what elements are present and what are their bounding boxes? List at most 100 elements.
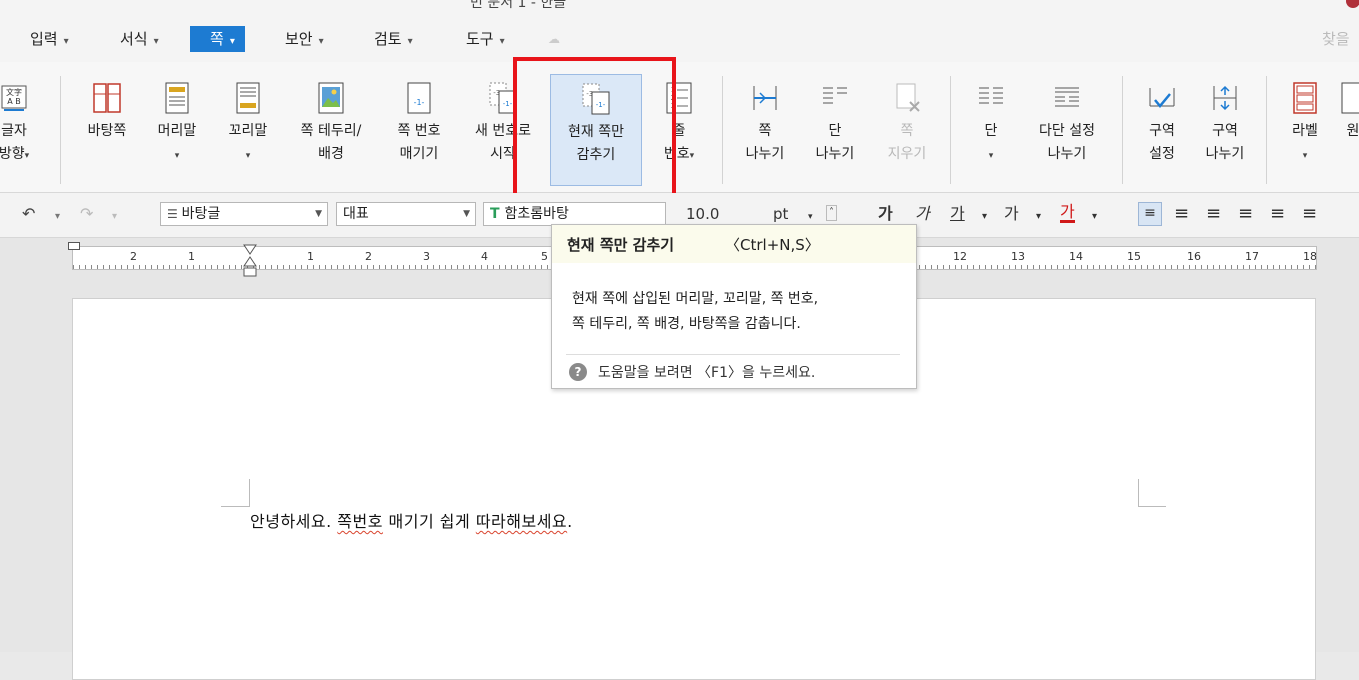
chevron-down-icon: ▼ xyxy=(463,209,470,219)
column-break-label-1: 단 xyxy=(828,123,842,139)
divider xyxy=(566,354,900,355)
ruler-tick: 12 xyxy=(953,250,967,263)
columns-label: 단 xyxy=(984,123,998,139)
tooltip-description: 현재 쪽에 삽입된 머리말, 꼬리말, 쪽 번호, 쪽 테두리, 쪽 배경, 바… xyxy=(572,287,818,337)
menu-review-label: 검토 xyxy=(374,30,402,48)
multi-column-button[interactable]: 다단 설정 나누기 xyxy=(1026,74,1108,186)
style-select[interactable]: ☰ 바탕글 ▼ xyxy=(160,202,328,226)
text-run: 안녕하세요. xyxy=(250,512,338,531)
window-status-icon xyxy=(1346,0,1359,8)
margin-corner-mark xyxy=(1138,506,1166,507)
divider xyxy=(1266,76,1267,184)
tooltip-shortcut: 〈Ctrl+N,S〉 xyxy=(725,236,820,254)
align-distribute-icon[interactable]: ≡ xyxy=(1270,204,1285,224)
page-number-label-2: 매기기 xyxy=(399,146,439,162)
page-border-label-1: 쪽 테두리/ xyxy=(300,123,362,139)
document-text[interactable]: 안녕하세요. 쪽번호 매기기 쉽게 따라해보세요. xyxy=(250,508,573,532)
language-select[interactable]: 대표 ▼ xyxy=(336,202,476,226)
misspelled-word: 쪽번호 xyxy=(337,512,383,531)
chevron-down-icon[interactable]: ▾ xyxy=(55,207,60,227)
misspelled-word: 따라해보세요 xyxy=(475,512,568,531)
help-icon: ? xyxy=(569,363,587,381)
chevron-down-icon[interactable]: ▾ xyxy=(982,207,987,227)
columns-button[interactable]: 단 ▾ xyxy=(962,74,1020,186)
delete-page-button[interactable]: 쪽 지우기 xyxy=(876,74,938,186)
delete-page-icon xyxy=(892,82,922,114)
redo-icon[interactable]: ↷ xyxy=(80,204,93,224)
section-break-button[interactable]: 구역 나누기 xyxy=(1196,74,1254,186)
menu-tools[interactable]: 도구 ▾ xyxy=(460,26,511,52)
section-setup-button[interactable]: 구역 설정 xyxy=(1134,74,1190,186)
chevron-down-icon[interactable]: ▾ xyxy=(1092,207,1097,227)
page-border-background-button[interactable]: 쪽 테두리/ 배경 xyxy=(287,74,375,186)
menu-security[interactable]: 보안 ▾ xyxy=(279,26,330,52)
ruler-tick: 1 xyxy=(188,250,195,263)
align-divide-icon[interactable]: ≡ xyxy=(1302,204,1317,224)
font-size-value[interactable]: 10.0 xyxy=(686,204,719,224)
undo-icon[interactable]: ↶ xyxy=(22,204,35,224)
page-number-button[interactable]: -1- 쪽 번호 매기기 xyxy=(384,74,454,186)
ruler-tick: 5 xyxy=(541,250,548,263)
divider xyxy=(950,76,951,184)
chevron-down-icon[interactable]: ▾ xyxy=(1036,207,1041,227)
menu-input-label: 입력 xyxy=(30,30,58,48)
ruler-tick: 15 xyxy=(1127,250,1141,263)
footer-button[interactable]: 꼬리말 ▾ xyxy=(216,74,280,186)
align-right-icon[interactable]: ≡ xyxy=(1206,204,1221,224)
cloud-icon[interactable]: ☁ xyxy=(548,32,568,46)
section-setup-icon xyxy=(1147,82,1177,114)
unit-value[interactable]: pt xyxy=(773,204,788,224)
menu-format[interactable]: 서식 ▾ xyxy=(114,26,165,52)
style-value: 바탕글 xyxy=(181,206,221,222)
italic-button[interactable]: 가 xyxy=(915,204,930,224)
columns-icon xyxy=(976,82,1006,114)
style-icon: ☰ xyxy=(167,207,182,221)
text-direction-label-2: 방향 xyxy=(0,146,25,162)
text-direction-button[interactable]: 文字 A B 글자 방향▾ xyxy=(0,74,34,186)
find-input[interactable]: 찾을 xyxy=(1322,26,1350,52)
align-left-icon[interactable]: ≡ xyxy=(1174,204,1189,224)
ribbon: 文字 A B 글자 방향▾ 바탕쪽 머리말 ▾ 꼬리말 ▾ 쪽 테두리/ 배경 -… xyxy=(0,62,1359,193)
column-break-button[interactable]: 단 나누기 xyxy=(804,74,866,186)
margin-corner-mark xyxy=(249,479,250,507)
menu-review[interactable]: 검토 ▾ xyxy=(368,26,419,52)
font-color-button[interactable]: 가 xyxy=(1060,204,1075,223)
more-ribbon-label: 원 xyxy=(1346,123,1359,139)
chevron-down-icon: ▾ xyxy=(689,151,695,161)
indent-marker[interactable] xyxy=(243,244,257,278)
master-page-icon xyxy=(92,82,122,114)
ruler-tick: 1 xyxy=(307,250,314,263)
align-justify-icon[interactable]: ≡ xyxy=(1138,202,1162,226)
svg-text:文字: 文字 xyxy=(6,87,22,97)
chevron-up-icon[interactable]: ˄ xyxy=(826,205,837,221)
strikethrough-button[interactable]: 가 xyxy=(1004,204,1019,224)
tooltip-title: 현재 쪽만 감추기 xyxy=(567,236,675,254)
align-center-icon[interactable]: ≡ xyxy=(1238,204,1253,224)
left-margin-marker[interactable] xyxy=(68,242,80,250)
master-page-button[interactable]: 바탕쪽 xyxy=(76,74,138,186)
label-button[interactable]: 라벨 ▾ xyxy=(1280,74,1330,186)
font-type-icon: T xyxy=(490,206,505,222)
divider xyxy=(60,76,61,184)
chevron-down-icon[interactable]: ▾ xyxy=(112,207,117,227)
menu-page[interactable]: 쪽 ▾ xyxy=(190,26,245,52)
more-ribbon-button[interactable]: 원 xyxy=(1338,74,1359,186)
chevron-down-icon: ▼ xyxy=(315,209,322,219)
column-break-icon xyxy=(820,82,850,114)
svg-text:-1-: -1- xyxy=(414,98,425,107)
header-button[interactable]: 머리말 ▾ xyxy=(145,74,209,186)
font-select[interactable]: T 함초롬바탕 xyxy=(483,202,666,226)
column-break-label-2: 나누기 xyxy=(815,146,855,162)
chevron-down-icon: ▾ xyxy=(63,36,69,47)
underline-button[interactable]: 가 xyxy=(950,204,965,224)
ruler-tick: 17 xyxy=(1245,250,1259,263)
page-border-icon xyxy=(316,82,346,114)
chevron-down-icon: ▾ xyxy=(174,151,180,161)
page-break-button[interactable]: 쪽 나누기 xyxy=(734,74,796,186)
section-break-icon xyxy=(1210,82,1240,114)
menu-input[interactable]: 입력 ▾ xyxy=(24,26,75,52)
bold-button[interactable]: 가 xyxy=(878,204,893,224)
chevron-down-icon: ▾ xyxy=(499,36,505,47)
ruler-tick: 4 xyxy=(481,250,488,263)
menu-security-label: 보안 xyxy=(285,30,313,48)
